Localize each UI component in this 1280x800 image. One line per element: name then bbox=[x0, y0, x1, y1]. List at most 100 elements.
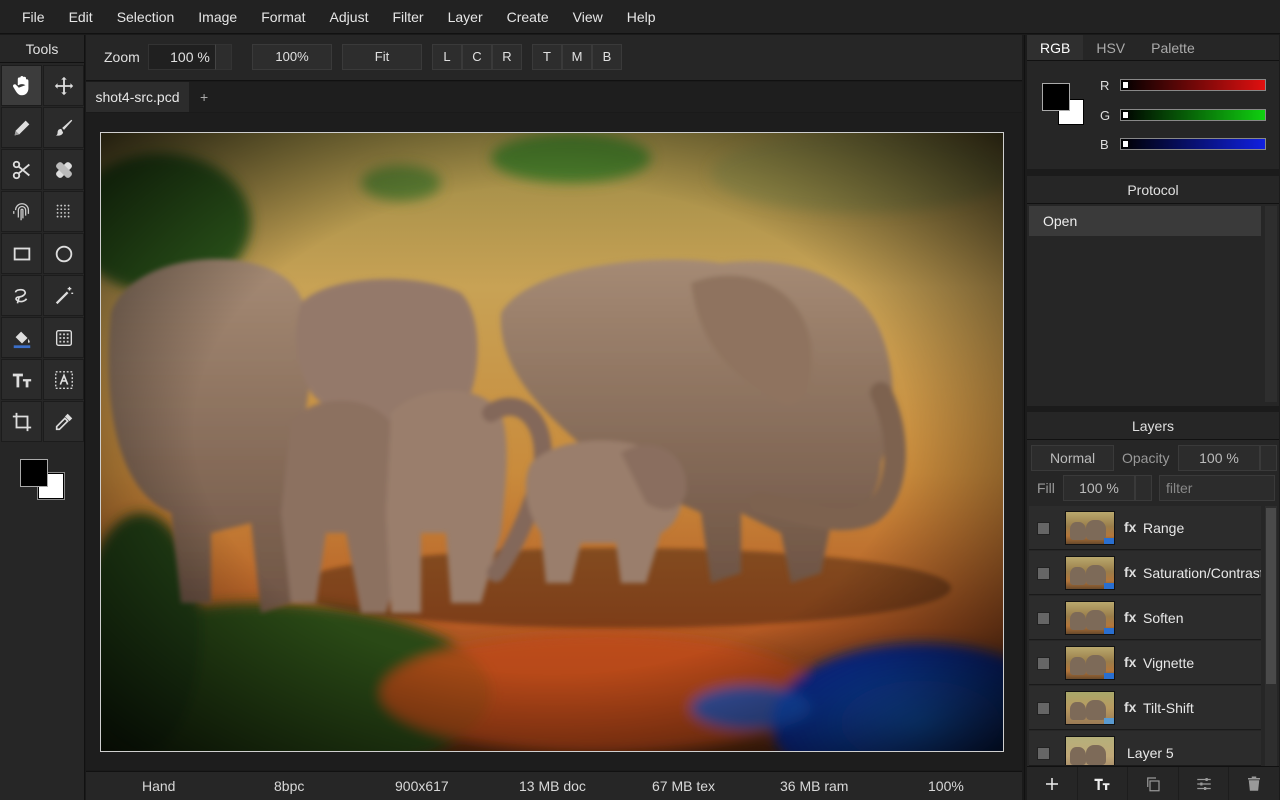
delete-layer-button[interactable] bbox=[1229, 767, 1279, 800]
fx-icon[interactable]: fx bbox=[1124, 564, 1136, 580]
layer-visibility-checkbox[interactable] bbox=[1037, 522, 1050, 535]
status-ram: 36 MB ram bbox=[780, 778, 849, 794]
channel-g-thumb[interactable] bbox=[1122, 111, 1129, 119]
menu-filter[interactable]: Filter bbox=[380, 0, 435, 34]
fx-icon[interactable]: fx bbox=[1124, 699, 1136, 715]
layers-scrollbar[interactable] bbox=[1265, 506, 1277, 766]
layer-row[interactable]: fx Soften bbox=[1029, 596, 1261, 640]
panel-foreground-swatch[interactable] bbox=[1042, 83, 1070, 111]
foreground-color-swatch[interactable] bbox=[20, 459, 48, 487]
layer-row[interactable]: fx Saturation/Contrast bbox=[1029, 551, 1261, 595]
menu-selection[interactable]: Selection bbox=[105, 0, 187, 34]
brush-tool[interactable] bbox=[43, 107, 84, 148]
layer-name: Soften bbox=[1143, 610, 1184, 626]
protocol-scrollbar[interactable] bbox=[1265, 206, 1277, 402]
status-tool: Hand bbox=[142, 778, 176, 794]
menu-layer[interactable]: Layer bbox=[436, 0, 495, 34]
layer-name: Vignette bbox=[1143, 655, 1195, 671]
opacity-input[interactable]: 100 % bbox=[1178, 445, 1260, 471]
channel-r-slider[interactable] bbox=[1120, 79, 1266, 91]
zoom-100-button[interactable]: 100% bbox=[252, 44, 332, 70]
align-bottom-button[interactable]: B bbox=[592, 44, 622, 70]
layers-scrollbar-thumb[interactable] bbox=[1266, 508, 1276, 684]
menu-edit[interactable]: Edit bbox=[57, 0, 105, 34]
text-icon bbox=[1094, 778, 1110, 790]
menu-help[interactable]: Help bbox=[615, 0, 668, 34]
blend-mode-select[interactable]: Normal bbox=[1031, 445, 1114, 471]
align-middle-button[interactable]: M bbox=[562, 44, 592, 70]
menu-image[interactable]: Image bbox=[186, 0, 249, 34]
new-tab-button[interactable]: + bbox=[200, 82, 208, 112]
hand-tool[interactable] bbox=[1, 65, 42, 106]
rectangle-tool[interactable] bbox=[1, 233, 42, 274]
duplicate-layer-button[interactable] bbox=[1128, 767, 1179, 800]
text-tool[interactable] bbox=[1, 359, 42, 400]
channel-g-slider[interactable] bbox=[1120, 109, 1266, 121]
add-text-layer-button[interactable] bbox=[1078, 767, 1129, 800]
menu-view[interactable]: View bbox=[561, 0, 615, 34]
gradient-tool[interactable] bbox=[43, 317, 84, 358]
align-right-button[interactable]: R bbox=[492, 44, 522, 70]
eyedropper-tool[interactable] bbox=[43, 401, 84, 442]
fx-icon[interactable]: fx bbox=[1124, 519, 1136, 535]
smudge-tool[interactable] bbox=[1, 191, 42, 232]
lasso-tool[interactable] bbox=[1, 275, 42, 316]
layer-row[interactable]: fx Tilt-Shift bbox=[1029, 686, 1261, 730]
menu-create[interactable]: Create bbox=[495, 0, 561, 34]
align-center-button[interactable]: C bbox=[462, 44, 492, 70]
menu-adjust[interactable]: Adjust bbox=[318, 0, 381, 34]
layer-row[interactable]: fx Range bbox=[1029, 506, 1261, 550]
status-texture-memory: 67 MB tex bbox=[652, 778, 716, 794]
pattern-tool[interactable] bbox=[43, 191, 84, 232]
rectangle-icon bbox=[13, 247, 30, 260]
right-panels: RGB HSV Palette R G B Protocol Open Laye… bbox=[1024, 35, 1280, 800]
channel-b-slider[interactable] bbox=[1120, 138, 1266, 150]
align-top-button[interactable]: T bbox=[532, 44, 562, 70]
menu-file[interactable]: File bbox=[10, 0, 57, 34]
ellipse-tool[interactable] bbox=[43, 233, 84, 274]
add-layer-button[interactable] bbox=[1027, 767, 1078, 800]
tab-rgb[interactable]: RGB bbox=[1027, 35, 1084, 60]
zoom-fit-button[interactable]: Fit bbox=[342, 44, 422, 70]
fill-input[interactable]: 100 % bbox=[1063, 475, 1135, 501]
tool-color-swatches[interactable] bbox=[20, 459, 66, 501]
duplicate-icon bbox=[1147, 776, 1160, 791]
protocol-item-open[interactable]: Open bbox=[1029, 206, 1261, 236]
layer-visibility-checkbox[interactable] bbox=[1037, 657, 1050, 670]
status-zoom: 100% bbox=[928, 778, 964, 794]
channel-b-thumb[interactable] bbox=[1122, 140, 1129, 148]
layer-row[interactable]: Layer 5 bbox=[1029, 731, 1261, 766]
menu-format[interactable]: Format bbox=[249, 0, 317, 34]
crop-tool[interactable] bbox=[1, 401, 42, 442]
adjustment-layer-button[interactable] bbox=[1179, 767, 1230, 800]
layer-visibility-checkbox[interactable] bbox=[1037, 702, 1050, 715]
opacity-slider-handle[interactable] bbox=[1260, 445, 1277, 471]
document-image[interactable] bbox=[100, 132, 1004, 752]
tab-palette[interactable]: Palette bbox=[1138, 35, 1208, 60]
magic-wand-tool[interactable] bbox=[43, 275, 84, 316]
ellipse-icon bbox=[55, 245, 72, 262]
tab-hsv[interactable]: HSV bbox=[1083, 35, 1138, 60]
align-left-button[interactable]: L bbox=[432, 44, 462, 70]
zoom-slider-handle[interactable] bbox=[215, 44, 232, 70]
lasso-icon bbox=[14, 288, 27, 304]
text-box-tool[interactable] bbox=[43, 359, 84, 400]
layer-filter-input[interactable]: filter bbox=[1159, 475, 1275, 501]
layer-visibility-checkbox[interactable] bbox=[1037, 567, 1050, 580]
fx-icon[interactable]: fx bbox=[1124, 609, 1136, 625]
status-bit-depth: 8bpc bbox=[274, 778, 305, 794]
healing-tool[interactable] bbox=[43, 149, 84, 190]
layer-row[interactable]: fx Vignette bbox=[1029, 641, 1261, 685]
canvas-area[interactable] bbox=[86, 113, 1022, 770]
layer-visibility-checkbox[interactable] bbox=[1037, 747, 1050, 760]
layer-visibility-checkbox[interactable] bbox=[1037, 612, 1050, 625]
move-tool[interactable] bbox=[43, 65, 84, 106]
fx-icon[interactable]: fx bbox=[1124, 654, 1136, 670]
fill-slider-handle[interactable] bbox=[1135, 475, 1152, 501]
channel-r-thumb[interactable] bbox=[1122, 81, 1129, 89]
document-tab[interactable]: shot4-src.pcd bbox=[86, 82, 189, 112]
paint-bucket-tool[interactable] bbox=[1, 317, 42, 358]
scissors-tool[interactable] bbox=[1, 149, 42, 190]
options-toolbar: Zoom 100 % 100% Fit L C R T M B bbox=[86, 35, 1022, 81]
pencil-tool[interactable] bbox=[1, 107, 42, 148]
